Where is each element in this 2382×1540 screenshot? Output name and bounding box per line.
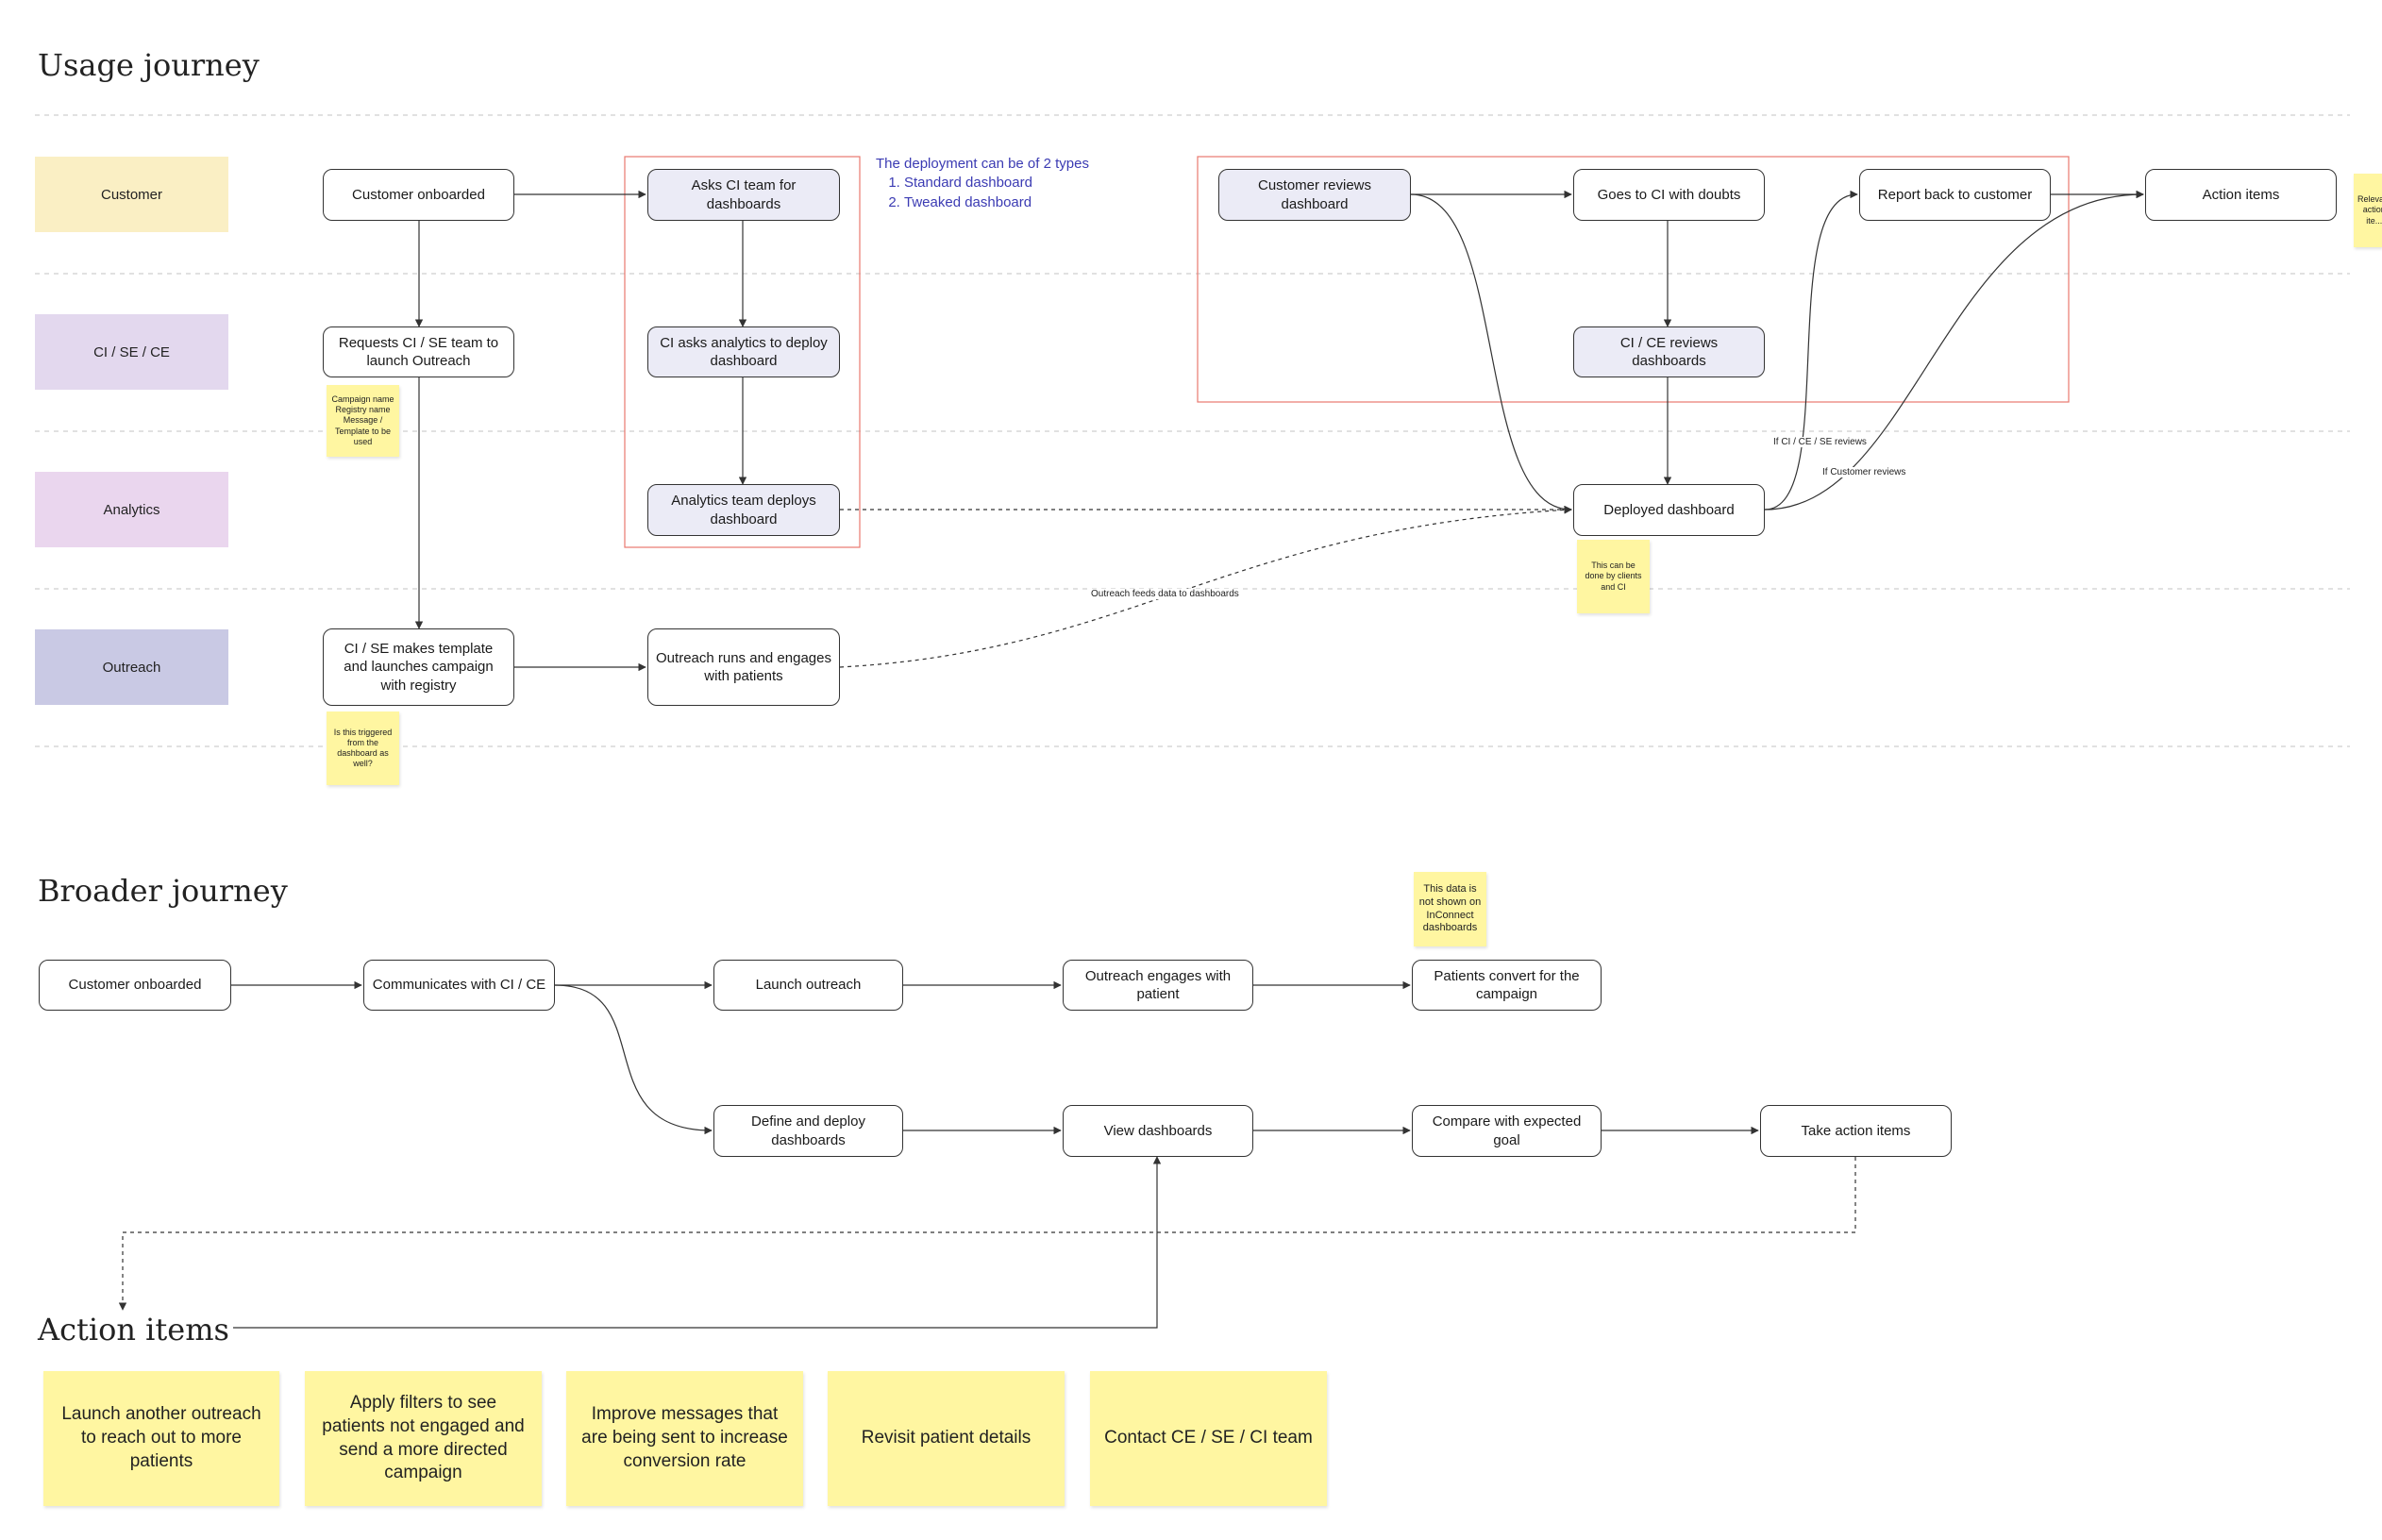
- node-analytics-deploys[interactable]: Analytics team deploys dashboard: [647, 484, 840, 536]
- node-b-launch-outreach[interactable]: Launch outreach: [713, 960, 903, 1011]
- lane-analytics: Analytics: [35, 472, 228, 547]
- sticky-not-shown-on-dashboards[interactable]: This data is not shown on InConnect dash…: [1414, 872, 1486, 946]
- node-b-view-dashboards[interactable]: View dashboards: [1063, 1105, 1253, 1157]
- node-customer-onboarded[interactable]: Customer onboarded: [323, 169, 514, 221]
- node-asks-ci-team[interactable]: Asks CI team for dashboards: [647, 169, 840, 221]
- node-b-take-action[interactable]: Take action items: [1760, 1105, 1952, 1157]
- broader-journey-title: Broader journey: [38, 873, 288, 909]
- edge-b-action-items-to-view: [206, 1156, 1162, 1329]
- action-items-title: Action items: [38, 1312, 233, 1348]
- node-goes-to-ci[interactable]: Goes to CI with doubts: [1573, 169, 1765, 221]
- action-item-sticky[interactable]: Contact CE / SE / CI team: [1090, 1371, 1327, 1506]
- node-ci-se-makes-template[interactable]: CI / SE makes template and launches camp…: [323, 628, 514, 706]
- lane-customer: Customer: [35, 157, 228, 232]
- edge-deployed-to-report: [1764, 190, 1858, 511]
- usage-journey-title: Usage journey: [38, 47, 260, 83]
- edge-label-if-customer-reviews: If Customer reviews: [1820, 467, 1908, 477]
- node-outreach-runs[interactable]: Outreach runs and engages with patients: [647, 628, 840, 706]
- action-item-sticky[interactable]: Improve messages that are being sent to …: [566, 1371, 803, 1506]
- node-deployed-dashboard[interactable]: Deployed dashboard: [1573, 484, 1765, 536]
- edge-deployed-to-action: [1764, 190, 2144, 511]
- edge-label-if-ci-reviews: If CI / CE / SE reviews: [1771, 437, 1869, 447]
- deployment-note-heading: The deployment can be of 2 types: [876, 156, 1089, 172]
- sticky-done-by-clients[interactable]: This can be done by clients and CI: [1577, 540, 1650, 613]
- deployment-note-list: Standard dashboard Tweaked dashboard: [876, 174, 1089, 212]
- node-b-outreach-engages[interactable]: Outreach engages with patient: [1063, 960, 1253, 1011]
- lane-ci-se-ce: CI / SE / CE: [35, 314, 228, 390]
- sticky-relevant-actions-text: Relevant action ite...: [2357, 194, 2382, 226]
- deployment-types-note: The deployment can be of 2 types Standar…: [876, 155, 1089, 212]
- node-b-compare-goal[interactable]: Compare with expected goal: [1412, 1105, 1602, 1157]
- node-b-define-deploy[interactable]: Define and deploy dashboards: [713, 1105, 903, 1157]
- node-action-items[interactable]: Action items: [2145, 169, 2337, 221]
- node-b-patients-convert[interactable]: Patients convert for the campaign: [1412, 960, 1602, 1011]
- edge-label-outreach-feeds: Outreach feeds data to dashboards: [1089, 589, 1241, 599]
- node-report-back[interactable]: Report back to customer: [1859, 169, 2051, 221]
- node-customer-reviews[interactable]: Customer reviews dashboard: [1218, 169, 1411, 221]
- edge-b-communicates-to-define: [554, 984, 713, 1135]
- deployment-type-item: Standard dashboard: [904, 174, 1089, 192]
- action-item-sticky[interactable]: Apply filters to see patients not engage…: [305, 1371, 542, 1506]
- edge-b-take-to-action-items: [118, 1157, 1856, 1311]
- edge-reviews-to-deployed: [1410, 193, 1572, 514]
- sticky-relevant-actions[interactable]: Relevant action ite...: [2354, 174, 2382, 247]
- sticky-campaign-info[interactable]: Campaign name Registry name Message / Te…: [327, 385, 399, 457]
- sticky-triggered-question[interactable]: Is this triggered from the dashboard as …: [327, 711, 399, 785]
- node-ci-ce-reviews[interactable]: CI / CE reviews dashboards: [1573, 326, 1765, 377]
- node-ci-asks-analytics[interactable]: CI asks analytics to deploy dashboard: [647, 326, 840, 377]
- action-item-sticky[interactable]: Launch another outreach to reach out to …: [43, 1371, 279, 1506]
- node-requests-ci-se[interactable]: Requests CI / SE team to launch Outreach: [323, 326, 514, 377]
- node-b-communicates[interactable]: Communicates with CI / CE: [363, 960, 555, 1011]
- lane-outreach: Outreach: [35, 629, 228, 705]
- deployment-type-item: Tweaked dashboard: [904, 193, 1089, 212]
- node-b-customer-onboarded[interactable]: Customer onboarded: [39, 960, 231, 1011]
- action-item-sticky[interactable]: Revisit patient details: [828, 1371, 1065, 1506]
